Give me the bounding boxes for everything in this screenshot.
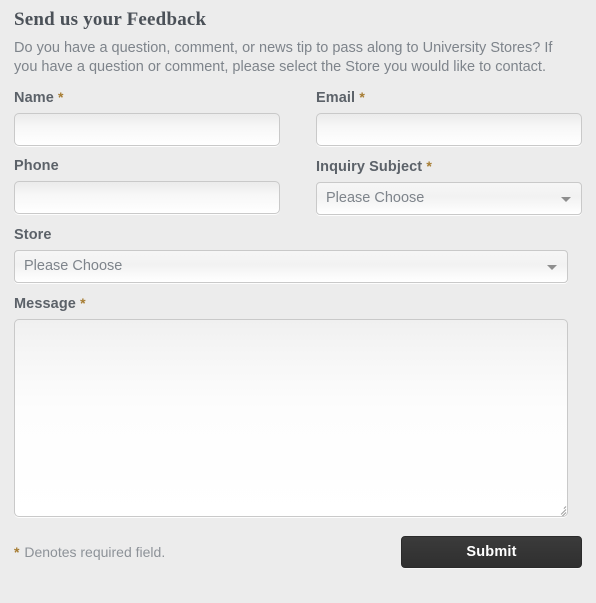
store-label-text: Store <box>14 227 52 243</box>
required-field-note-text: Denotes required field. <box>24 544 166 560</box>
field-group-name: Name * <box>14 89 280 146</box>
submit-button[interactable]: Submit <box>401 536 582 568</box>
form-intro-text: Do you have a question, comment, or news… <box>14 40 553 75</box>
inquiry-subject-label: Inquiry Subject * <box>316 158 582 176</box>
page-title: Send us your Feedback <box>14 9 207 30</box>
store-label: Store <box>14 227 568 244</box>
chevron-down-icon <box>561 197 571 202</box>
phone-label: Phone <box>14 158 280 175</box>
required-field-note: * Denotes required field. <box>14 543 165 561</box>
message-textarea-wrapper <box>14 319 568 517</box>
name-label-text: Name <box>14 90 54 106</box>
field-group-phone: Phone <box>14 158 280 215</box>
message-label-text: Message <box>14 296 76 312</box>
form-row-name-email: Name * Email * <box>14 89 582 146</box>
field-group-email: Email * <box>316 89 582 146</box>
inquiry-subject-label-text: Inquiry Subject <box>316 159 423 175</box>
required-asterisk: * <box>359 89 365 105</box>
inquiry-subject-selected-value: Please Choose <box>326 190 425 206</box>
message-textarea[interactable] <box>15 320 567 516</box>
store-selected-value: Please Choose <box>24 258 123 274</box>
form-row-message: Message * <box>14 295 582 517</box>
required-asterisk: * <box>58 89 64 105</box>
inquiry-subject-select[interactable]: Please Choose <box>316 182 582 215</box>
store-select[interactable]: Please Choose <box>14 250 568 283</box>
form-row-store: Store Please Choose <box>14 227 582 283</box>
email-label-text: Email <box>316 90 356 106</box>
required-asterisk: * <box>426 158 432 174</box>
form-footer: * Denotes required field. Submit <box>14 536 582 568</box>
field-group-inquiry-subject: Inquiry Subject * Please Choose <box>316 158 582 215</box>
feedback-form: Send us your Feedback Do you have a ques… <box>0 0 596 603</box>
name-label: Name * <box>14 89 280 107</box>
form-row-phone-subject: Phone Inquiry Subject * Please Choose <box>14 158 582 215</box>
required-asterisk: * <box>14 544 20 560</box>
chevron-down-icon <box>547 265 557 270</box>
field-group-message: Message * <box>14 295 568 517</box>
email-input[interactable] <box>316 113 582 146</box>
required-asterisk: * <box>80 295 86 311</box>
message-label: Message * <box>14 295 568 313</box>
name-input[interactable] <box>14 113 280 146</box>
phone-label-text: Phone <box>14 158 59 174</box>
field-group-store: Store Please Choose <box>14 227 568 283</box>
phone-input[interactable] <box>14 181 280 214</box>
email-label: Email * <box>316 89 582 107</box>
